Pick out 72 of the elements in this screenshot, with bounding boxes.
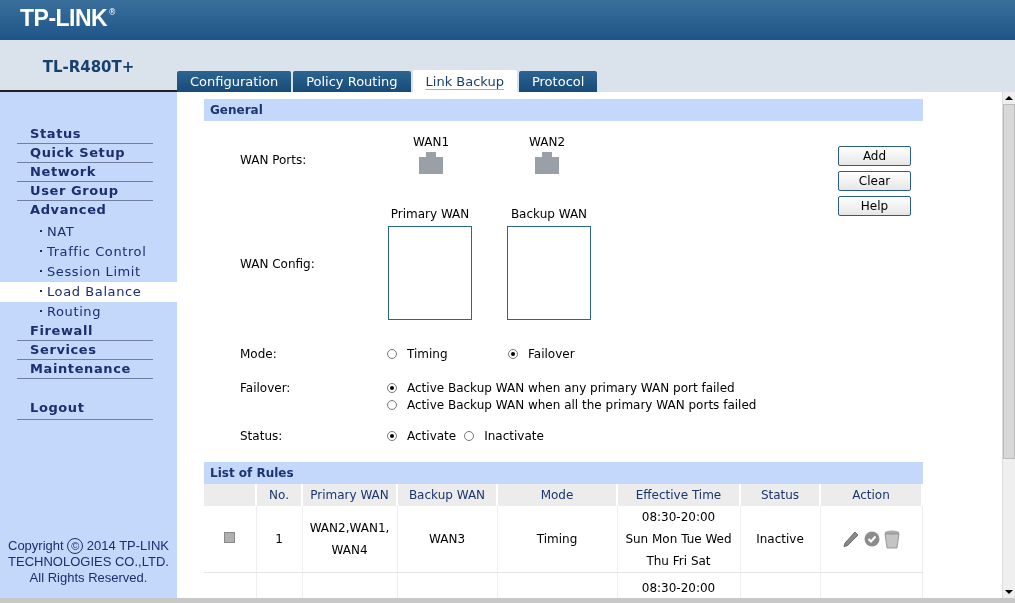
action-button[interactable]: Add: [838, 146, 911, 166]
radio-button[interactable]: [387, 383, 397, 393]
menu-item[interactable]: Logout: [17, 399, 153, 420]
tab[interactable]: Protocol: [518, 71, 598, 92]
table-cell-text: 08:30-20:00 Sun Mon Tue Wed Thu Fri Sat: [624, 509, 733, 570]
table-cell-text: WAN2,WAN1, WAN4: [308, 520, 391, 559]
copyright-text: Copyright © 2014 TP-LINK TECHNOLOGIES CO.,LTD. All Rights Reserved.: [8, 538, 169, 586]
menu-item[interactable]: Network: [17, 163, 153, 182]
radio-button[interactable]: [387, 400, 397, 410]
radio-button[interactable]: [387, 431, 397, 441]
menu-item[interactable]: Maintenance: [17, 360, 153, 379]
radio-button[interactable]: [387, 349, 397, 359]
scroll-thumb[interactable]: [1003, 104, 1015, 459]
menu-item[interactable]: Status: [17, 125, 153, 144]
menu-item[interactable]: NAT: [0, 222, 177, 242]
radio-button[interactable]: [464, 431, 475, 441]
checkbox[interactable]: [224, 532, 236, 543]
column-header: Effective Time: [617, 484, 740, 506]
column-header: No.: [256, 484, 302, 506]
option-label: Activate: [407, 429, 457, 443]
menu-item[interactable]: User Group: [17, 182, 153, 201]
menu-item[interactable]: Load Balance: [0, 282, 177, 302]
menu-item[interactable]: Services: [17, 341, 153, 360]
column-header: Status: [740, 484, 820, 506]
menu-item[interactable]: Advanced: [17, 201, 153, 222]
radio-button[interactable]: [508, 349, 518, 359]
action-button[interactable]: Clear: [838, 171, 911, 191]
ethernet-port-icon[interactable]: [535, 152, 559, 174]
menu-item[interactable]: Quick Setup: [17, 144, 153, 163]
option-label: Timing: [407, 347, 448, 361]
model-name: TL-R480T+: [42, 58, 135, 76]
table-cell-text: 08:30-20:00: [640, 580, 717, 597]
registered-mark: ®: [108, 8, 117, 17]
logo: TP-LINK: [20, 5, 108, 32]
check-circle-icon[interactable]: [864, 531, 880, 547]
column-header: Primary WAN: [302, 484, 397, 506]
option-label: Active Backup WAN when all the primary WAN ports failed: [407, 398, 757, 412]
field-label: WAN Ports:: [239, 152, 308, 167]
tab[interactable]: Configuration: [177, 71, 292, 92]
port-label: WAN2: [529, 135, 565, 149]
table-cell: WAN3: [429, 532, 465, 546]
table-cell: 1: [275, 532, 283, 546]
table-cell: Timing: [536, 532, 578, 546]
scrollbar[interactable]: [1002, 92, 1015, 598]
ethernet-port-icon[interactable]: [419, 152, 443, 174]
column-header: Backup WAN: [397, 484, 497, 506]
field-label: Mode:: [239, 347, 278, 361]
field-label: Status:: [239, 429, 284, 443]
port-label: WAN1: [413, 135, 449, 149]
menu-item[interactable]: Session Limit: [0, 262, 177, 282]
tab[interactable]: Link Backup: [412, 70, 517, 92]
list-box[interactable]: [507, 226, 591, 320]
action-button[interactable]: Help: [838, 196, 911, 216]
list-box[interactable]: [388, 226, 472, 320]
menu-item[interactable]: Routing: [0, 302, 177, 322]
menu-item[interactable]: Traffic Control: [0, 242, 177, 262]
option-label: Inactivate: [484, 429, 544, 443]
list-label: Backup WAN: [510, 207, 588, 221]
section-title: List of Rules: [210, 466, 294, 480]
tab[interactable]: Policy Routing: [293, 71, 411, 92]
option-label: Active Backup WAN when any primary WAN port failed: [407, 381, 735, 395]
menu-item[interactable]: Firewall: [17, 322, 153, 341]
list-label: Primary WAN: [390, 207, 470, 221]
section-title: General: [210, 103, 263, 117]
field-label: WAN Config:: [239, 256, 316, 271]
trash-icon[interactable]: [884, 529, 900, 549]
table-cell: Inactive: [756, 532, 804, 546]
option-label: Failover: [528, 347, 575, 361]
column-header: Action: [820, 484, 922, 506]
pencil-icon[interactable]: [842, 530, 860, 548]
field-label: Failover:: [239, 381, 292, 397]
column-header: Mode: [497, 484, 617, 506]
